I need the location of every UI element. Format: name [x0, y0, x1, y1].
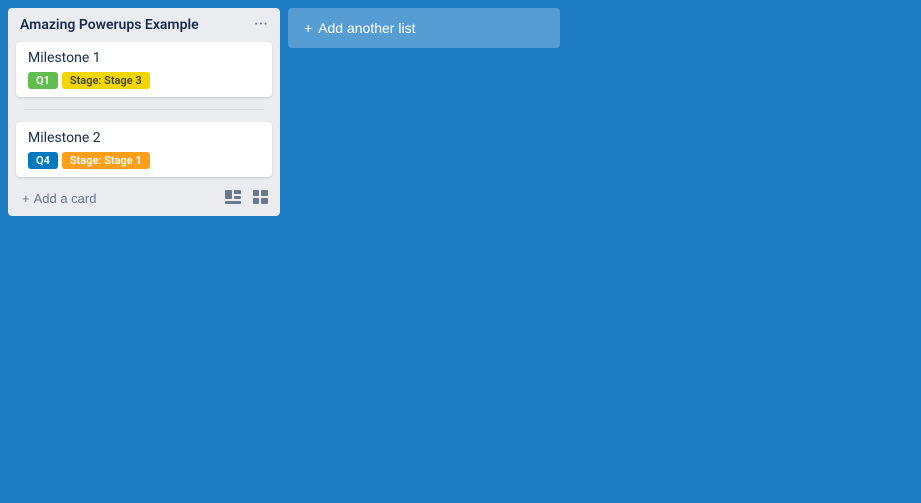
list-menu-icon[interactable]: ···: [254, 16, 268, 34]
add-list-plus-icon: +: [304, 20, 312, 36]
add-card-label: Add a card: [34, 191, 97, 206]
add-list-label: Add another list: [318, 20, 415, 36]
label-q4: Q4: [28, 152, 58, 169]
card-labels-1: Q1 Stage: Stage 3: [28, 72, 260, 89]
card-divider: [24, 109, 264, 110]
list-header: Amazing Powerups Example ···: [8, 8, 280, 42]
list-title: Amazing Powerups Example: [20, 17, 199, 33]
list-footer: + Add a card: [8, 181, 280, 216]
card-milestone-2[interactable]: Milestone 2 Q4 Stage: Stage 1: [16, 122, 272, 177]
list-cards: Milestone 1 Q1 Stage: Stage 3 Milestone …: [8, 42, 280, 177]
label-stage1: Stage: Stage 1: [62, 152, 150, 169]
template-icon[interactable]: [221, 188, 245, 210]
plus-icon: +: [22, 191, 30, 206]
footer-icons: [221, 188, 272, 210]
card-title-2: Milestone 2: [28, 130, 260, 146]
grid-icon[interactable]: [249, 188, 272, 210]
label-q1: Q1: [28, 72, 58, 89]
card-labels-2: Q4 Stage: Stage 1: [28, 152, 260, 169]
card-milestone-1[interactable]: Milestone 1 Q1 Stage: Stage 3: [16, 42, 272, 97]
board-list: Amazing Powerups Example ··· Milestone 1…: [8, 8, 280, 216]
add-card-button[interactable]: + Add a card: [16, 187, 102, 210]
add-list-button[interactable]: + Add another list: [288, 8, 560, 48]
card-title-1: Milestone 1: [28, 50, 260, 66]
label-stage3: Stage: Stage 3: [62, 72, 150, 89]
